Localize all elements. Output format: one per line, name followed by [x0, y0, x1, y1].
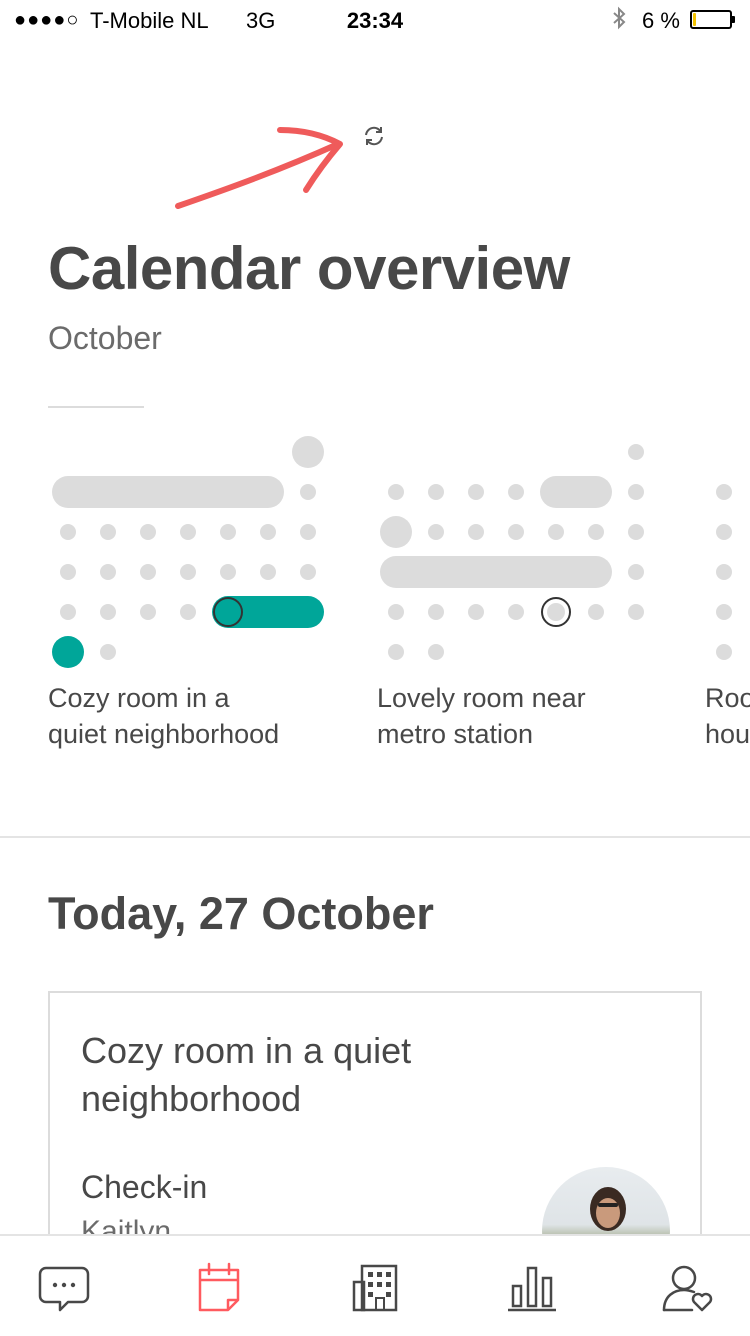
- booked-range-grey: [52, 476, 284, 508]
- tab-messages[interactable]: [36, 1260, 92, 1316]
- today-marker: [213, 597, 243, 627]
- clock: 23:34: [346, 8, 404, 33]
- calendar-dot: [300, 484, 316, 500]
- booked-day-teal: [52, 636, 84, 668]
- listing-label-line: Cozy room in a: [48, 683, 230, 713]
- listings-calendar-strip[interactable]: [0, 430, 750, 670]
- calendar-dots-row: [60, 524, 316, 660]
- chat-bubble-icon: [38, 1266, 90, 1312]
- booked-range-grey: [540, 476, 612, 508]
- listing-calendar-2[interactable]: [380, 444, 644, 660]
- title-divider: [48, 406, 144, 408]
- card-listing-title: Cozy room in a quiet neighborhood: [81, 1030, 412, 1119]
- listing-calendar-3[interactable]: [716, 484, 732, 660]
- tab-calendar[interactable]: [192, 1260, 248, 1316]
- tab-bar: [0, 1234, 750, 1336]
- user-heart-icon: [662, 1265, 713, 1312]
- card-event-type: Check-in: [81, 1169, 208, 1205]
- bluetooth-icon: [612, 6, 626, 36]
- calendar-dot-selected-end: [292, 436, 324, 468]
- bar-chart-icon: [508, 1266, 556, 1312]
- page-title: Calendar overview: [48, 235, 570, 302]
- listing-label-2[interactable]: Lovely room near metro station: [377, 680, 586, 752]
- battery-fill: [693, 13, 696, 26]
- tab-profile[interactable]: [660, 1260, 716, 1316]
- calendar-dot: [628, 444, 644, 460]
- listing-label-line: Lovely room near: [377, 683, 586, 713]
- today-marker-inner: [547, 603, 565, 621]
- booked-range-grey: [380, 556, 612, 588]
- section-divider: [0, 836, 750, 838]
- red-arrow-annotation: [175, 127, 343, 209]
- listing-label-line: metro station: [377, 719, 534, 749]
- listing-label-line: quiet neighborhood: [48, 719, 280, 749]
- tab-listings[interactable]: [348, 1260, 404, 1316]
- listing-label-line: Roo: [705, 683, 750, 713]
- building-icon: [352, 1264, 398, 1312]
- listing-label-line: hou: [705, 719, 750, 749]
- calendar-icon: [198, 1262, 240, 1312]
- battery-icon: [690, 10, 735, 29]
- today-heading: Today, 27 October: [48, 888, 434, 939]
- listing-calendar-1[interactable]: [52, 436, 324, 668]
- refresh-icon[interactable]: [362, 124, 386, 148]
- listing-label-3[interactable]: Roo hou: [705, 680, 750, 752]
- status-bar: ●●●●○ T-Mobile NL 3G 23:34 6 %: [0, 0, 750, 40]
- tab-stats[interactable]: [504, 1260, 560, 1316]
- listing-label-1[interactable]: Cozy room in a quiet neighborhood: [48, 680, 279, 752]
- month-label: October: [48, 320, 162, 356]
- battery-percentage: 6 %: [642, 8, 680, 33]
- calendar-dot-large: [380, 516, 412, 548]
